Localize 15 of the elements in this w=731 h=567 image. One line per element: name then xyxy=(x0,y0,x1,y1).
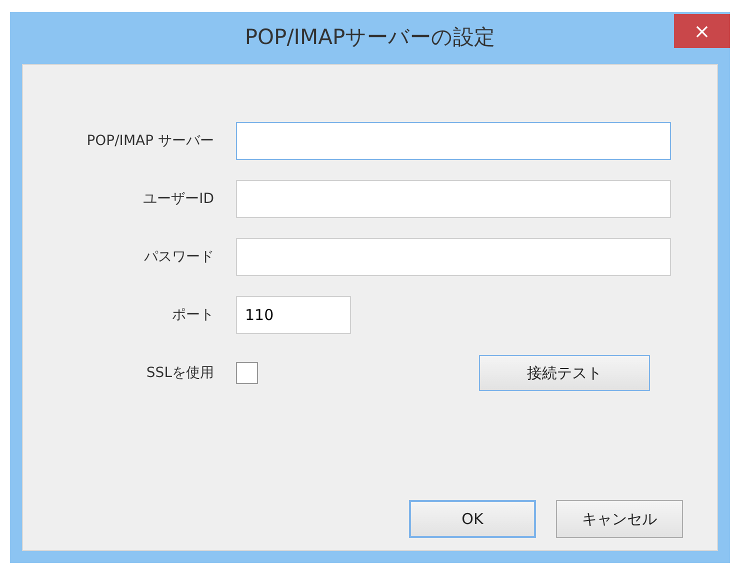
field-label: ユーザーID xyxy=(142,190,215,208)
field-label: POP/IMAP サーバー xyxy=(86,132,215,150)
field-label: SSLを使用 xyxy=(145,364,215,382)
input-field[interactable] xyxy=(236,180,671,218)
field-label: ポート xyxy=(171,306,215,324)
connection-test-button[interactable]: 接続テスト xyxy=(479,355,650,391)
field-label: パスワード xyxy=(143,248,215,266)
input-field[interactable]: 110 xyxy=(236,296,351,334)
input-field[interactable] xyxy=(236,238,671,276)
ssl-checkbox[interactable] xyxy=(236,362,258,384)
cancel-button[interactable]: キャンセル xyxy=(556,500,683,538)
input-field[interactable] xyxy=(236,122,671,160)
window-title: POP/IMAPサーバーの設定 xyxy=(244,24,496,52)
close-button[interactable]: × xyxy=(674,14,730,48)
ok-button[interactable]: OK xyxy=(409,500,536,538)
